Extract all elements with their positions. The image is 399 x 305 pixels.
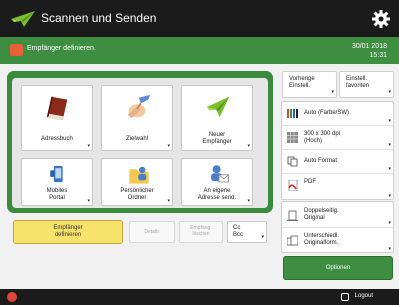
- details-button[interactable]: Details: [129, 221, 175, 243]
- warning-icon: [10, 44, 23, 56]
- paper-plane-icon: [206, 96, 230, 118]
- personal-folder-label: Persönlicher Ordner: [120, 188, 154, 201]
- color-bars-icon: [287, 109, 298, 118]
- send-to-myself-button[interactable]: An eigene Adresse send. ▾: [181, 158, 253, 206]
- paper-format-label: Auto Format: [304, 158, 338, 164]
- address-book-label: Adressbuch: [41, 136, 73, 142]
- new-recipient-label: Neuer Empfänger: [202, 132, 232, 145]
- mobile-portal-label: Mobiles Portal: [46, 188, 68, 201]
- alert-icon[interactable]: [7, 292, 17, 302]
- favorite-settings-label: Einstell. favoriten: [346, 76, 370, 89]
- corner-marker: ▾: [331, 89, 334, 95]
- mobile-portal-button[interactable]: Mobiles Portal ▾: [21, 158, 93, 206]
- hand-pointer-icon: [127, 94, 151, 119]
- time-text: 15:31: [369, 52, 387, 59]
- user-mail-icon: [211, 165, 229, 183]
- title-bar: Scannen und Senden: [0, 0, 399, 37]
- details-label: Details: [144, 229, 160, 235]
- new-recipient-button[interactable]: Neuer Empfänger ▾: [181, 85, 253, 151]
- options-button[interactable]: Optionen: [283, 256, 393, 280]
- define-recipient-label: Empfänger definieren: [53, 225, 83, 238]
- address-book-button[interactable]: Adressbuch ▾: [21, 85, 93, 151]
- corner-marker: ▾: [261, 234, 264, 240]
- original-settings-group: Doppelseitig. Original ▾ Unterschiedl. O…: [281, 201, 394, 253]
- send-to-myself-label: An eigene Adresse send.: [197, 188, 237, 201]
- resolution-grid-icon: [287, 132, 298, 143]
- corner-marker: ▾: [87, 143, 90, 149]
- corner-marker: ▾: [388, 142, 391, 148]
- corner-marker: ▾: [167, 143, 170, 149]
- pdf-file-icon: [288, 180, 298, 191]
- color-mode-row[interactable]: Auto (Farbe/SW) ▾: [282, 102, 393, 126]
- logout-icon[interactable]: [341, 293, 349, 301]
- bottom-bar: Logout: [0, 289, 399, 305]
- delete-recipient-label: Empfäng. löschen: [190, 225, 212, 237]
- scan-settings-group: Auto (Farbe/SW) ▾ 300 x 300 dpi (Hoch) ▾…: [281, 101, 394, 200]
- quick-dial-label: Zielwahl: [125, 136, 148, 142]
- define-recipient-button[interactable]: Empfänger definieren: [13, 220, 123, 244]
- corner-marker: ▾: [388, 89, 391, 95]
- mixed-originals-row[interactable]: Unterschiedl. Originalform. ▾: [282, 228, 393, 253]
- corner-marker: ▾: [247, 143, 250, 149]
- previous-settings-label: Vorherige Einstell.: [289, 76, 315, 89]
- duplex-original-row[interactable]: Doppelseitig. Original ▾: [282, 202, 393, 228]
- corner-marker: ▾: [388, 193, 391, 199]
- duplex-page-icon: [287, 210, 298, 221]
- corner-marker: ▾: [388, 220, 391, 226]
- color-mode-label: Auto (Farbe/SW): [304, 110, 350, 116]
- folder-person-icon: [129, 166, 149, 184]
- corner-marker: ▾: [388, 166, 391, 172]
- book-icon: [46, 96, 68, 121]
- screen: Scannen und Senden Empfänger definieren.…: [0, 0, 399, 305]
- delete-recipient-button[interactable]: Empfäng. löschen: [179, 221, 223, 243]
- gear-icon[interactable]: [371, 9, 391, 29]
- favorite-settings-button[interactable]: Einstell. favoriten ▾: [339, 71, 394, 98]
- duplex-original-label: Doppelseitig. Original: [304, 208, 339, 221]
- resolution-row[interactable]: 300 x 300 dpi (Hoch) ▾: [282, 126, 393, 150]
- page-title: Scannen und Senden: [41, 11, 157, 25]
- paper-format-row[interactable]: Auto Format ▾: [282, 150, 393, 174]
- options-label: Optionen: [325, 265, 351, 271]
- corner-marker: ▾: [247, 198, 250, 204]
- corner-marker: ▾: [388, 118, 391, 124]
- status-strip: Empfänger definieren. 30/01 2018 15:31: [0, 37, 399, 64]
- status-message: Empfänger definieren.: [27, 45, 96, 52]
- logout-button[interactable]: Logout: [355, 293, 373, 299]
- date-text: 30/01 2018: [351, 43, 387, 50]
- mixed-originals-label: Unterschiedl. Originalform.: [304, 233, 340, 246]
- personal-folder-button[interactable]: Persönlicher Ordner ▾: [101, 158, 173, 206]
- file-type-row[interactable]: PDF ▾: [282, 174, 393, 200]
- corner-marker: ▾: [388, 246, 391, 252]
- date-time: 30/01 2018 15:31: [352, 42, 387, 60]
- quick-dial-button[interactable]: Zielwahl ▾: [101, 85, 173, 151]
- previous-settings-button[interactable]: Vorherige Einstell. ▾: [282, 71, 337, 98]
- corner-marker: ▾: [87, 198, 90, 204]
- paper-copy-icon: [287, 156, 298, 167]
- mixed-sizes-icon: [287, 235, 298, 246]
- file-type-label: PDF: [304, 179, 316, 185]
- paper-plane-icon: [11, 11, 35, 27]
- cc-bcc-button[interactable]: Cc Bcc ▾: [227, 221, 267, 243]
- mobile-phone-icon: [50, 165, 63, 183]
- resolution-label: 300 x 300 dpi (Hoch): [304, 131, 341, 144]
- corner-marker: ▾: [167, 198, 170, 204]
